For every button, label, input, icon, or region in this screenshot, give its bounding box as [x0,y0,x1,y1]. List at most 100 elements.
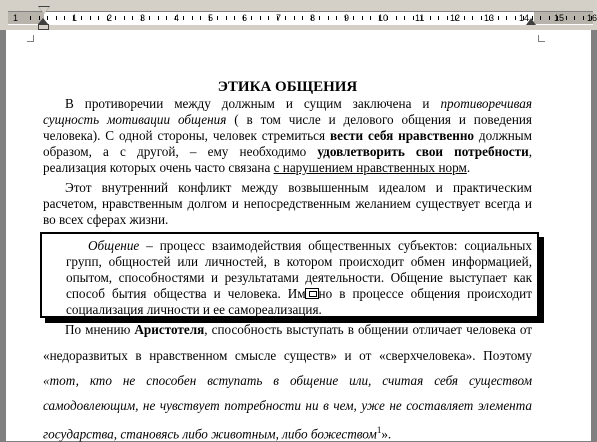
ruler-tick [302,16,303,20]
text-run: , [528,144,532,159]
text-line: По мнению Аристотеля, способность выступ… [43,322,532,338]
text-line: Общение – процесс взаимодействия обществ… [66,238,532,254]
bold-text: Аристотеля [134,322,205,337]
italic-text: противоречивая [440,96,532,111]
ruler-tick [574,16,575,20]
ruler-tick [370,16,371,20]
italic-text: Общение [88,238,140,253]
italic-text: сущность мотивации общения [43,112,227,127]
ruler-number: 16 [587,13,597,23]
ruler-number: 11 [415,13,425,23]
italic-text: государства, становясь либо животным, ли… [43,426,377,442]
ruler-tick [81,16,82,20]
ruler-tick [319,16,320,20]
text-run: По мнению [65,322,135,337]
ruler-tick [353,16,354,20]
ruler-tick [208,16,210,20]
ruler-tick [472,16,473,20]
italic-text: «тот, кто не способен вступать в общение… [43,373,532,388]
ruler-tick [268,16,269,20]
text-run: ( в том числе и делового общения и повед… [226,112,532,127]
text-line: «тот, кто не способен вступать в общение… [43,373,532,389]
ruler-tick [336,16,337,20]
first-line-indent-marker-fill [39,7,49,14]
ruler-tick [166,16,167,20]
ruler-tick [421,16,422,20]
resize-handle-icon[interactable] [305,288,319,299]
text-run: во всех сферах жизни. [43,212,169,227]
text-run: способ бытия общества и человека. Именно… [66,286,532,301]
ruler-tick [106,16,108,20]
text-boundary-corner [33,35,34,42]
ruler-tick [557,16,558,20]
right-indent-marker[interactable] [526,18,536,25]
text-line: государства, становясь либо животным, ли… [43,422,532,442]
ruler-tick [463,16,465,20]
text-line: человека). С одной стороны, человек стре… [43,128,532,144]
underlined-text: с нарушением нравственных норм [273,160,467,175]
horizontal-ruler[interactable]: 112345678910111213141516 [0,0,597,30]
ruler-tick [251,16,252,20]
italic-text: самодовлеющим, не чувствует потребности … [43,398,532,413]
ruler-tick [98,16,99,20]
ruler-tick [259,16,261,20]
ruler-tick [412,16,414,20]
ruler-tick [293,16,295,20]
ruler-tick [387,16,388,20]
definition-box[interactable]: Общение – процесс взаимодействия обществ… [40,232,539,318]
ruler-tick [89,16,91,20]
text-line: способ бытия общества и человека. Именно… [66,286,532,302]
ruler-number: 15 [554,13,565,23]
text-run: ». [381,426,392,442]
text-line: социализация личности и ее самореализаци… [66,302,532,318]
text-line: опытом, способностями и результатами дея… [66,270,532,286]
text-run: должным [474,128,532,143]
ruler-tick [480,16,482,20]
ruler-tick [191,16,193,20]
text-box-icon [309,291,317,297]
ruler-tick [183,16,184,20]
ruler-tick [157,16,159,20]
ruler-tick [438,16,439,20]
text-run: , способность выступать в общении отлича… [204,322,533,337]
ruler-tick [30,16,31,20]
ruler-number: 2 [107,13,113,23]
ruler-tick [234,16,235,20]
text-line: Этот внутренний конфликт между возвышенн… [43,180,532,196]
ruler-tick [115,16,116,20]
text-line: образом, а с другой, – ему необходимо уд… [43,144,532,160]
ruler-track[interactable]: 112345678910111213141516 [8,11,597,25]
text-boundary-corner [539,41,545,42]
ruler-tick [489,16,490,20]
text-run: образом, а с другой, – ему необходимо [43,144,318,159]
text-run: «недоразвитых в нравственном смысле суще… [43,348,532,363]
ruler-tick [523,16,524,20]
ruler-tick [55,16,57,20]
text-line: сущность мотивации общения ( в том числе… [43,112,532,128]
ruler-tick [591,16,592,20]
ruler-tick [582,16,584,20]
bold-text: удовлетворить свои потребности [317,144,529,159]
ruler-tick [64,16,65,20]
text-run: социализация личности и ее самореализаци… [66,302,322,317]
ruler-tick [455,16,456,20]
text-boundary-corner [538,35,539,42]
text-line: В противоречии между должным и сущим зак… [43,96,532,112]
text-run: . [466,160,471,175]
ruler-tick [446,16,448,20]
text-line: самодовлеющим, не чувствует потребности … [43,398,532,414]
bold-text: вести себя нравственно [330,128,475,143]
vertical-scrollbar[interactable] [591,30,597,441]
ruler-tick [123,16,125,20]
ruler-tick [395,16,397,20]
left-indent-marker[interactable] [38,18,49,30]
text-run: – процесс взаимодействия общественных су… [139,238,532,253]
ruler-number: 1 [13,13,19,23]
text-line: групп, общностей или личностей, в которо… [66,254,532,270]
text-run: В противоречии между должным и сущим зак… [65,96,441,111]
ruler-tick [132,16,133,20]
ruler-tick [174,16,176,20]
ruler-tick [225,16,227,20]
ruler-tick [565,16,567,20]
ruler-tick [344,16,346,20]
